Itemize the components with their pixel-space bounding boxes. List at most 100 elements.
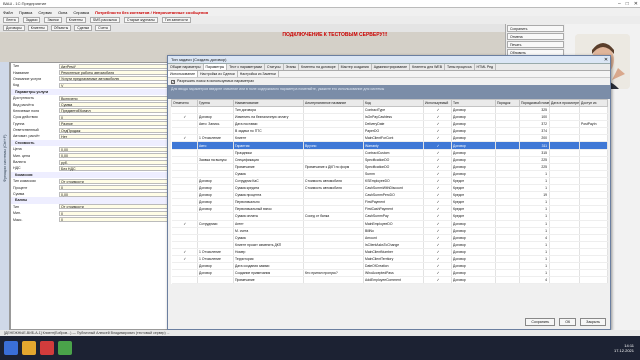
dialog-subtab[interactable]: Настройка из Сделки xyxy=(198,71,238,77)
dialog-tab[interactable]: Статусы xyxy=(265,64,284,70)
close-icon[interactable]: ✕ xyxy=(634,0,638,8)
dialog-tab[interactable]: Тест с параметрами xyxy=(227,64,265,70)
column-header[interactable]: Альтернативное название xyxy=(303,99,364,107)
table-row[interactable]: М. счета BillNo ✓ Договор 1 xyxy=(171,227,608,235)
property-value[interactable]: 0,00 xyxy=(59,153,169,159)
column-header[interactable]: Используемый xyxy=(423,99,452,107)
toolbar-busy-type[interactable]: Тип занятости xyxy=(161,17,191,23)
tab-deals[interactable]: Сделки xyxy=(74,25,93,31)
menu-file[interactable]: Файл xyxy=(3,10,13,15)
app-1c-icon[interactable] xyxy=(40,341,54,355)
menu-alert[interactable]: Потребности без контактов / Непрочитанны… xyxy=(95,10,208,15)
table-row[interactable]: ✓ 1 Отчисление Территория MainClientTerrito… xyxy=(171,255,608,264)
dialog-tab[interactable]: Администрирование xyxy=(372,64,411,70)
table-row[interactable]: Сумма Summ ✓ Договор 1 xyxy=(171,170,608,178)
column-header[interactable]: Порядок xyxy=(495,99,520,107)
column-header[interactable]: Группа xyxy=(197,99,234,107)
table-row[interactable]: Договор Создание примечания Кто принял про… xyxy=(171,269,608,278)
side-command-button[interactable]: Отмена xyxy=(507,33,564,40)
toolbar-calls[interactable]: Звонки xyxy=(44,17,62,23)
column-header[interactable]: Порядковый номер xyxy=(519,99,550,107)
table-row[interactable]: Договор Первоначально FirstPayment ✓ Кредит 1 xyxy=(171,198,608,207)
table-row[interactable]: Договор Сумма кредита Стоимость автомобиля… xyxy=(171,184,608,193)
dialog-tab[interactable]: Типы процесса xyxy=(445,64,475,70)
table-row[interactable]: Праздники ContractCustom ✓ Договор 315 xyxy=(171,149,608,157)
table-row[interactable]: Авто Гарантия Вручно Warranty ✓ Договор 311 xyxy=(171,141,608,150)
menu-help[interactable]: Справка xyxy=(73,10,89,15)
table-row[interactable]: Сумма Amount ✓ Договор 4 xyxy=(171,234,608,242)
table-row[interactable]: Тип договора ContractType ✓ Договор 325 xyxy=(171,106,608,115)
table-row[interactable]: Договор Сотрудник КаС Стоимость автомобиля… xyxy=(171,177,608,186)
property-value[interactable]: 0,00 xyxy=(59,191,169,197)
property-value[interactable]: 0,00 xyxy=(59,146,169,152)
property-value[interactable]: руб. xyxy=(59,159,169,165)
column-header[interactable]: Тип xyxy=(451,99,496,107)
dialog-ok-button[interactable]: ОК xyxy=(559,318,577,326)
minimize-icon[interactable]: – xyxy=(618,0,621,8)
dialog-tab[interactable]: Общие параметры xyxy=(168,64,204,70)
table-row[interactable]: Договор Первоначальный взнос FirstCashPaym… xyxy=(171,205,608,214)
property-value[interactable]: ПредметиЕКомпл xyxy=(59,108,169,114)
table-row[interactable]: Заявка на выпуск Спецификация Specificatio… xyxy=(171,156,608,164)
column-header[interactable]: Дата в просмотре xyxy=(549,99,580,107)
property-value[interactable]: Разное xyxy=(59,121,169,127)
column-header[interactable]: Наименование xyxy=(233,99,304,107)
menu-windows[interactable]: Окна xyxy=(58,10,67,15)
tab-objects[interactable]: Объекты xyxy=(50,25,72,31)
functions-strip[interactable]: Функции системы (Ctrl+F) xyxy=(0,62,10,330)
search-params-checkbox[interactable]: ✓ xyxy=(171,79,175,84)
tab-bills[interactable]: Счета xyxy=(95,25,111,31)
search-params-option[interactable]: ✓ Разрешить поиск в используемых парамет… xyxy=(168,78,610,85)
table-row[interactable]: Договор Дата создания заявки DateOfCreatio… xyxy=(171,262,608,271)
property-value[interactable]: Сумма xyxy=(59,102,169,108)
column-header[interactable]: Отмечено xyxy=(171,99,198,107)
column-header[interactable]: Доступ из xyxy=(579,99,608,107)
dialog-tab[interactable]: Параметры xyxy=(203,64,228,70)
table-row[interactable]: В задачи по ПТС PaperDO ✓ Договор 374 xyxy=(171,127,608,136)
property-value[interactable]: Услуги предлагаемые автомобилю xyxy=(59,76,169,82)
dialog-subtab[interactable]: Использование xyxy=(168,71,199,77)
property-value[interactable]: V xyxy=(59,82,169,88)
dialog-subtab[interactable]: Настройка из Заметки xyxy=(238,71,279,77)
dialog-tab[interactable]: Клиенты на договоре xyxy=(299,64,339,70)
toolbar-old-logs[interactable]: Старые журналы xyxy=(123,17,158,23)
table-row[interactable]: ✓ 1 Отчисление Номер MainClientNumber ✓ Догов… xyxy=(171,248,608,256)
toolbar-tasks[interactable]: Задачи xyxy=(22,17,41,23)
property-value[interactable]: От стоимости xyxy=(59,178,169,184)
property-value[interactable]: 0 xyxy=(59,114,169,120)
side-command-button[interactable]: Печать xyxy=(507,41,564,48)
dialog-tab[interactable]: Этапы xyxy=(284,64,299,70)
property-value[interactable]: 0 xyxy=(59,217,169,223)
maximize-icon[interactable]: □ xyxy=(626,0,629,8)
table-row[interactable]: ✓ 1 Отчисление Клиент MainClientForCont ✓ Дог… xyxy=(171,134,608,143)
tab-clients[interactable]: Клиенты xyxy=(27,25,48,31)
tab-contracts[interactable]: Договоры xyxy=(3,25,25,31)
property-value[interactable]: Нет xyxy=(59,133,169,139)
toolbar-sms[interactable]: SMS рассылка xyxy=(89,17,120,23)
dialog-close-icon[interactable]: ✕ xyxy=(602,57,610,63)
property-value[interactable]: АвтРемУ xyxy=(59,63,169,69)
table-row[interactable]: ✓ Договор Изменить на безналичную оплату Is… xyxy=(171,113,608,122)
toolbar-clients[interactable]: Клиенты xyxy=(65,17,86,23)
dialog-tab[interactable]: Мастер создания xyxy=(339,64,372,70)
property-value[interactable]: ОтдПродаж xyxy=(59,127,169,133)
menu-edit[interactable]: Правка xyxy=(19,10,33,15)
table-row[interactable]: ✓ Сотрудники Агент MainEmployeeDO ✓ Договор 1 xyxy=(171,220,608,228)
property-value[interactable]: 0 xyxy=(59,185,169,191)
dialog-close-button[interactable]: Закрыть xyxy=(580,318,606,326)
side-command-button[interactable]: Сохранить xyxy=(507,25,564,32)
property-value[interactable]: Включено xyxy=(59,95,169,101)
property-value[interactable]: Ремонтные работы автомобиля xyxy=(59,70,169,76)
browser-icon[interactable] xyxy=(58,341,72,355)
start-icon[interactable] xyxy=(4,341,18,355)
dialog-save-button[interactable]: Сохранить xyxy=(525,318,556,326)
table-row[interactable]: Примечание AddEmployeeComment ✓ Договор 4 xyxy=(171,276,608,285)
dialog-tab[interactable]: HTML Ред xyxy=(475,64,496,70)
property-value[interactable]: От стоимости xyxy=(59,204,169,210)
menu-service[interactable]: Сервис xyxy=(38,10,52,15)
table-row[interactable]: Клиент просит изменить ДКП IsClientAsksTo… xyxy=(171,241,608,249)
table-row[interactable]: Договор Сумма процента CashSummPercDO ✓ Кред… xyxy=(171,191,608,200)
column-header[interactable]: Код xyxy=(363,99,424,107)
dialog-tab[interactable]: Клиенты для WEB xyxy=(410,64,446,70)
explorer-icon[interactable] xyxy=(22,341,36,355)
